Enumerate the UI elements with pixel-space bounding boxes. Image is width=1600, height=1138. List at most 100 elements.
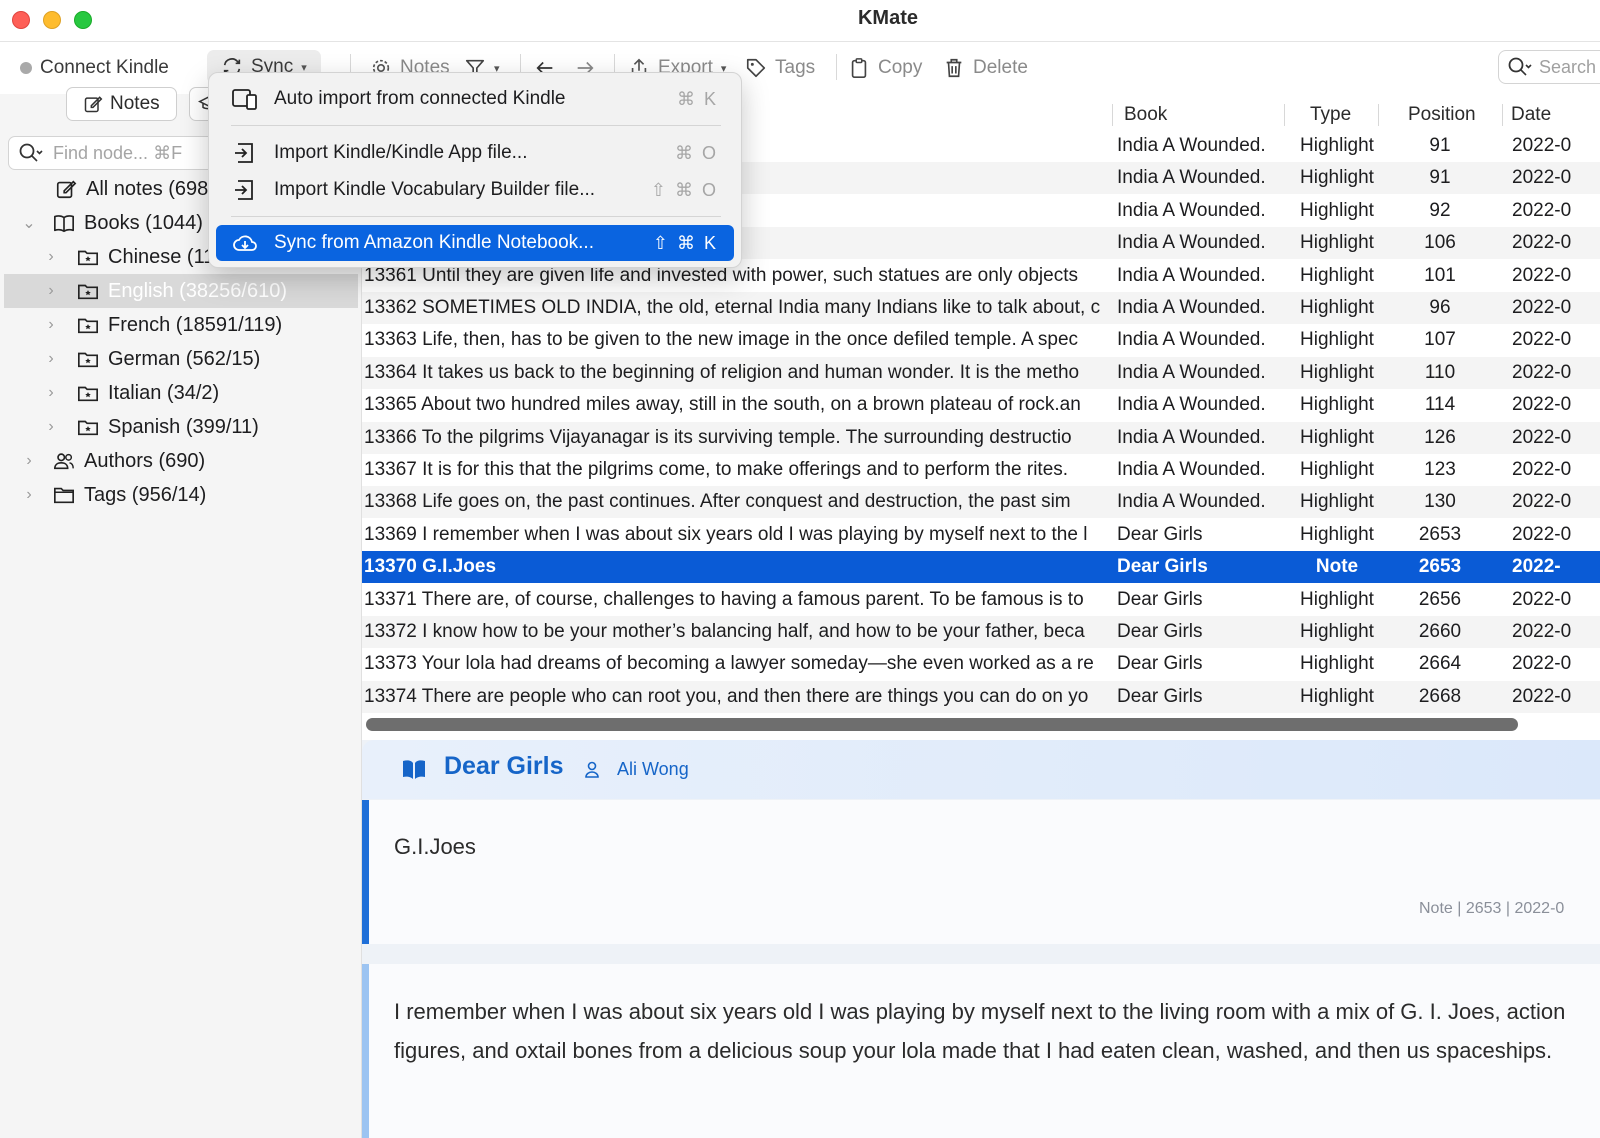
connection-status-dot: [20, 62, 32, 74]
cell-type: Highlight: [1300, 524, 1374, 545]
trash-icon: [946, 58, 962, 78]
chevron-right-icon[interactable]: ›: [40, 384, 62, 402]
table-row[interactable]: 13370 G.I.Joes Dear Girls Note 2653 2022-: [362, 551, 1600, 583]
sidebar-item-italian[interactable]: › Italian (34/2): [4, 376, 358, 410]
cell-type: Highlight: [1300, 200, 1374, 221]
table-row[interactable]: 13368 Life goes on, the past continues. …: [362, 486, 1600, 518]
cell-position: 126: [1424, 427, 1456, 448]
sidebar-item-label: English (38256/610): [108, 279, 288, 302]
delete-button[interactable]: Delete: [943, 53, 1028, 83]
chevron-right-icon[interactable]: ›: [40, 316, 62, 334]
cell-type: Highlight: [1300, 394, 1374, 415]
menu-item-label: Auto import from connected Kindle: [274, 88, 566, 109]
cell-book: India A Wounded.: [1117, 459, 1266, 480]
chevron-right-icon[interactable]: ›: [40, 350, 62, 368]
cell-position: 114: [1424, 394, 1456, 415]
chevron-right-icon[interactable]: ›: [18, 486, 40, 504]
column-header-date[interactable]: Date: [1511, 104, 1551, 126]
book-title[interactable]: Dear Girls: [444, 752, 564, 781]
sidebar-item-spanish[interactable]: › Spanish (399/11): [4, 410, 358, 444]
table-row[interactable]: 13363 Life, then, has to be given to the…: [362, 324, 1600, 356]
folder-star-icon: [78, 284, 98, 300]
tag-icon: [746, 58, 766, 78]
toolbar-divider: [836, 54, 837, 80]
column-header-type[interactable]: Type: [1310, 104, 1351, 126]
table-row[interactable]: 13374 There are people who can root you,…: [362, 681, 1600, 713]
table-row[interactable]: 13369 I remember when I was about six ye…: [362, 519, 1600, 551]
sidebar-item-german[interactable]: › German (562/15): [4, 342, 358, 376]
tab-notes[interactable]: Notes: [66, 87, 177, 121]
menu-item-shortcut: ⌘ O: [674, 143, 718, 163]
highlight-card[interactable]: I remember when I was about six years ol…: [362, 964, 1600, 1138]
chevron-down-icon[interactable]: ⌄: [18, 213, 40, 233]
cell-date: 2022-0: [1512, 329, 1572, 350]
author-name[interactable]: Ali Wong: [617, 759, 689, 780]
table-row[interactable]: 13364 It takes us back to the beginning …: [362, 357, 1600, 389]
note-card[interactable]: G.I.Joes Note | 2653 | 2022-0: [362, 800, 1600, 944]
chevron-right-icon[interactable]: ›: [40, 248, 62, 266]
import-icon: [235, 143, 253, 163]
cell-book: Dear Girls: [1117, 556, 1208, 577]
sidebar-item-tags[interactable]: › Tags (956/14): [4, 478, 358, 512]
person-icon: [585, 761, 599, 778]
sidebar-item-authors[interactable]: › Authors (690): [4, 444, 358, 478]
folder-star-icon: [78, 318, 98, 334]
menu-item-label: Import Kindle/Kindle App file...: [274, 142, 528, 163]
cell-type: Highlight: [1300, 232, 1374, 253]
sidebar-item-english[interactable]: › English (38256/610): [4, 274, 358, 308]
sidebar-item-label: Tags (956/14): [84, 483, 207, 506]
cell-type: Highlight: [1300, 297, 1374, 318]
table-row[interactable]: 13367 It is for this that the pilgrims c…: [362, 454, 1600, 486]
cell-type: Note: [1315, 556, 1359, 577]
sidebar-item-label: Chinese (11: [108, 245, 215, 268]
cell-date: 2022-0: [1512, 589, 1572, 610]
column-header-position[interactable]: Position: [1408, 104, 1476, 126]
search-field[interactable]: Search: [1498, 50, 1600, 84]
search-icon: [1508, 57, 1532, 76]
copy-button[interactable]: Copy: [848, 53, 922, 83]
cell-book: India A Wounded.: [1117, 491, 1266, 512]
menu-item-sync-amazon-notebook[interactable]: Sync from Amazon Kindle Notebook... ⇧ ⌘ …: [216, 225, 734, 261]
cell-position: 106: [1424, 232, 1456, 253]
table-row[interactable]: 13366 To the pilgrims Vijayanagar is its…: [362, 422, 1600, 454]
folder-star-icon: [78, 250, 98, 266]
cell-book: India A Wounded.: [1117, 297, 1266, 318]
cell-book: Dear Girls: [1117, 653, 1203, 674]
connect-kindle-button[interactable]: Connect Kindle: [20, 53, 169, 83]
column-header-book[interactable]: Book: [1124, 104, 1167, 126]
table-row[interactable]: 13372 I know how to be your mother’s bal…: [362, 616, 1600, 648]
menu-item-auto-import[interactable]: Auto import from connected Kindle ⌘ K: [216, 81, 734, 117]
cell-type: Highlight: [1300, 427, 1374, 448]
cell-text: 13362 SOMETIMES OLD INDIA, the old, eter…: [364, 297, 1101, 318]
menu-item-import-kindle-file[interactable]: Import Kindle/Kindle App file... ⌘ O: [216, 135, 734, 171]
cell-book: Dear Girls: [1117, 589, 1203, 610]
menu-item-import-vocabulary[interactable]: Import Kindle Vocabulary Builder file...…: [216, 172, 734, 208]
import-icon: [235, 180, 253, 200]
table-row[interactable]: 13373 Your lola had dreams of becoming a…: [362, 648, 1600, 680]
column-divider: [1112, 104, 1113, 126]
chevron-right-icon[interactable]: ›: [40, 418, 62, 436]
horizontal-scrollbar[interactable]: [366, 718, 1518, 731]
sidebar-item-french[interactable]: › French (18591/119): [4, 308, 358, 342]
table-row[interactable]: 13365 About two hundred miles away, stil…: [362, 389, 1600, 421]
cell-date: 2022-0: [1512, 621, 1572, 642]
table-row[interactable]: 13371 There are, of course, challenges t…: [362, 584, 1600, 616]
chevron-right-icon[interactable]: ›: [18, 452, 40, 470]
cell-position: 91: [1429, 135, 1451, 156]
cell-position: 107: [1424, 329, 1456, 350]
chevron-right-icon[interactable]: ›: [40, 282, 62, 300]
book-open-icon: [403, 760, 425, 779]
table-row[interactable]: 13362 SOMETIMES OLD INDIA, the old, eter…: [362, 292, 1600, 324]
cell-text: 13372 I know how to be your mother’s bal…: [364, 621, 1085, 642]
cell-date: 2022-0: [1512, 459, 1572, 480]
cell-position: 2664: [1418, 653, 1462, 674]
tags-button[interactable]: Tags: [745, 53, 815, 83]
cell-position: 123: [1424, 459, 1456, 480]
folder-star-icon: [78, 386, 98, 402]
sidebar-item-label: Authors (690): [84, 449, 206, 472]
menu-separator: [231, 216, 721, 217]
cell-book: India A Wounded.: [1117, 362, 1266, 383]
cell-date: 2022-0: [1512, 394, 1572, 415]
cell-date: 2022-0: [1512, 232, 1572, 253]
note-meta: Note | 2653 | 2022-0: [1419, 900, 1565, 917]
